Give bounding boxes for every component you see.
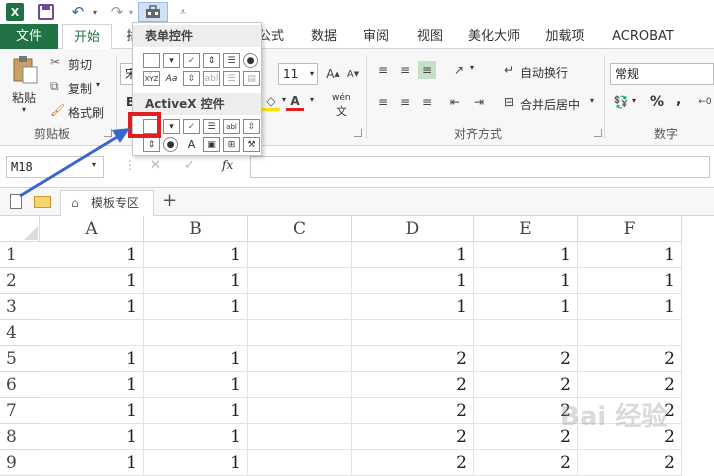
annotation-arrow xyxy=(19,128,130,198)
